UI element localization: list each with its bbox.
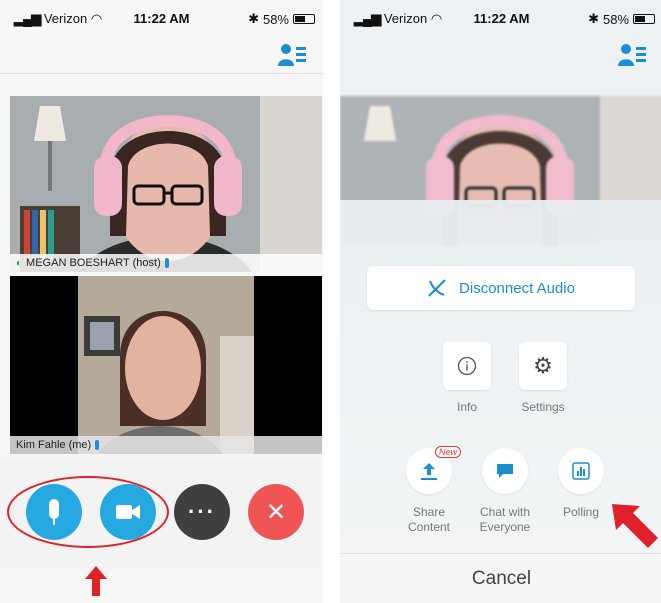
chat-bubble-icon xyxy=(497,464,513,478)
share-upload-icon xyxy=(421,463,437,480)
more-options-button[interactable]: ··· xyxy=(174,484,230,540)
leave-meeting-button[interactable]: ✕ xyxy=(248,484,304,540)
chat-everyone-button[interactable] xyxy=(482,448,528,494)
disconnect-audio-button[interactable]: Disconnect Audio xyxy=(367,266,635,310)
info-label: Info xyxy=(456,400,477,414)
chat-everyone-label: Chat with Everyone xyxy=(479,505,531,534)
more-icon: ··· xyxy=(188,499,216,524)
bar-chart-icon xyxy=(572,462,590,480)
battery-percent: 58% xyxy=(602,11,629,27)
host-video-feed xyxy=(10,96,322,272)
host-name-bar: ◐ MEGAN BOESHART (host) xyxy=(10,254,322,272)
host-mic-icon xyxy=(164,258,169,268)
battery-icon xyxy=(293,14,315,24)
close-icon: ✕ xyxy=(265,498,287,526)
battery-status: ✱ 58% xyxy=(248,11,315,27)
gear-icon: ⚙ xyxy=(533,353,553,378)
app-header xyxy=(0,36,323,74)
battery-fill xyxy=(635,16,645,22)
comparison-screenshot: ▂▄▆ Verizon ◠ 11:22 AM ✱ 58% ◐ MEGAN BOE… xyxy=(0,0,661,603)
annotation-diagonal-arrow-icon xyxy=(612,504,658,548)
host-name: MEGAN BOESHART (host) xyxy=(26,257,161,269)
participants-list-icon[interactable] xyxy=(277,42,307,68)
self-video-tile[interactable]: Kim Fahle (me) xyxy=(10,276,322,454)
connection-icon: ◐ xyxy=(16,257,23,269)
disconnect-audio-label: Disconnect Audio xyxy=(459,279,575,297)
share-content-label: Share Content xyxy=(407,505,451,534)
self-name: Kim Fahle (me) xyxy=(16,439,92,451)
bluetooth-icon: ✱ xyxy=(588,11,599,26)
annotation-highlight-ellipse xyxy=(7,476,169,548)
new-badge: New xyxy=(435,446,462,458)
meeting-screen: ▂▄▆ Verizon ◠ 11:22 AM ✱ 58% ◐ MEGAN BOE… xyxy=(0,0,323,603)
battery-status: ✱ 58% xyxy=(588,11,655,27)
status-bar: ▂▄▆ Verizon ◠ 11:22 AM ✱ 58% xyxy=(0,0,323,36)
self-video-feed xyxy=(10,276,322,454)
info-icon xyxy=(457,356,477,376)
annotation-up-arrow-icon xyxy=(85,566,107,596)
info-button[interactable] xyxy=(443,342,491,390)
host-video-tile[interactable]: ◐ MEGAN BOESHART (host) xyxy=(10,96,322,272)
battery-fill xyxy=(295,16,305,22)
polling-label: Polling xyxy=(562,505,600,519)
self-name-bar: Kim Fahle (me) xyxy=(10,436,322,454)
battery-icon xyxy=(633,14,655,24)
app-header xyxy=(340,36,661,74)
participants-list-icon[interactable] xyxy=(617,42,647,68)
status-bar: ▂▄▆ Verizon ◠ 11:22 AM ✱ 58% xyxy=(340,0,661,36)
self-mic-icon xyxy=(95,440,100,450)
disconnect-audio-icon xyxy=(428,279,446,297)
bluetooth-icon: ✱ xyxy=(248,11,259,26)
settings-button[interactable]: ⚙ xyxy=(519,342,567,390)
cancel-button[interactable]: Cancel xyxy=(340,553,661,603)
battery-percent: 58% xyxy=(262,11,289,27)
settings-label: Settings xyxy=(521,400,565,414)
polling-button[interactable] xyxy=(558,448,604,494)
